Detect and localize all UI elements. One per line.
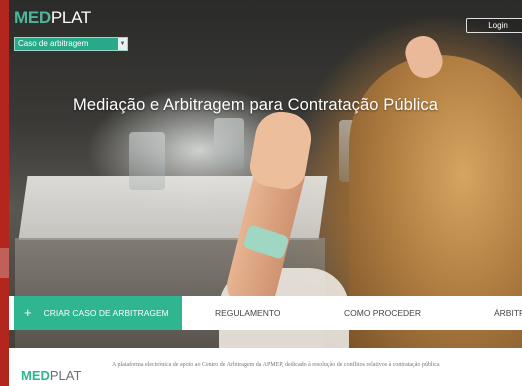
nav-arbitros[interactable]: ÁRBITR — [494, 296, 522, 330]
case-type-select[interactable]: Caso de arbitragem ▼ — [14, 37, 128, 51]
main-nav-bar: + CRIAR CASO DE ARBITRAGEM REGULAMENTO CO… — [9, 296, 522, 330]
nav-como-proceder[interactable]: COMO PROCEDER — [344, 296, 421, 330]
hero-title: Mediação e Arbitragem para Contratação P… — [73, 96, 439, 114]
logo-med: MED — [14, 8, 51, 27]
case-type-select-value: Caso de arbitragem — [18, 39, 89, 48]
hero-photo-glass — [129, 132, 165, 190]
platform-description: A plataforma electrónica de apoio ao Cen… — [112, 362, 440, 368]
chevron-down-icon: ▼ — [118, 38, 127, 50]
medplat-logo[interactable]: MEDPLAT — [14, 8, 91, 28]
hero-photo-glass — [214, 118, 244, 170]
nav-regulamento[interactable]: REGULAMENTO — [215, 296, 281, 330]
footer-medplat-logo: MEDPLAT — [21, 368, 81, 383]
left-edge-strip — [0, 0, 9, 386]
footer-logo-med: MED — [21, 368, 50, 383]
login-button[interactable]: Login — [466, 18, 522, 33]
footer-logo-plat: PLAT — [49, 368, 82, 383]
create-arbitration-case-label: CRIAR CASO DE ARBITRAGEM — [43, 308, 169, 318]
left-edge-mark — [0, 248, 9, 278]
logo-plat: PLAT — [50, 8, 91, 27]
create-arbitration-case-button[interactable]: + CRIAR CASO DE ARBITRAGEM — [14, 296, 182, 330]
plus-icon: + — [24, 305, 32, 320]
